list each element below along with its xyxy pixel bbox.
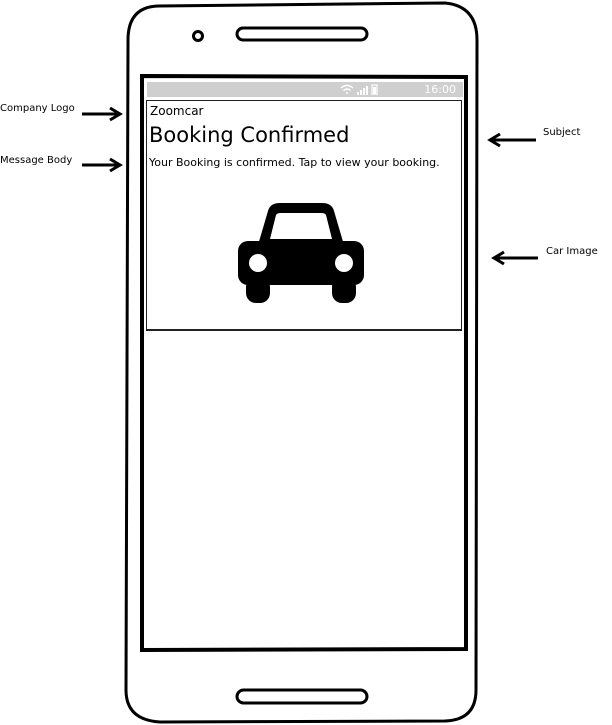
annotation-message-body: Message Body (0, 155, 73, 166)
annotation-car-image: Car Image (546, 246, 598, 257)
car-icon (238, 203, 364, 303)
company-logo: Zoomcar (150, 104, 204, 118)
status-icons (340, 84, 378, 95)
notification-subject: Booking Confirmed (149, 123, 350, 147)
wifi-icon (340, 84, 354, 94)
arrow-subject (487, 132, 536, 148)
annotation-company-logo: Company Logo (0, 103, 75, 114)
arrow-company-logo (82, 106, 123, 122)
message-body: Your Booking is confirmed. Tap to view y… (149, 156, 440, 169)
notification-card[interactable]: Zoomcar Booking Confirmed Your Booking i… (146, 100, 462, 331)
status-time: 16:00 (424, 83, 456, 96)
arrow-car-image (491, 250, 538, 266)
arrow-message-body (82, 157, 123, 173)
battery-icon (371, 84, 378, 95)
signal-icon (357, 86, 368, 95)
annotation-subject: Subject (543, 127, 581, 138)
status-bar: 16:00 (147, 82, 463, 97)
